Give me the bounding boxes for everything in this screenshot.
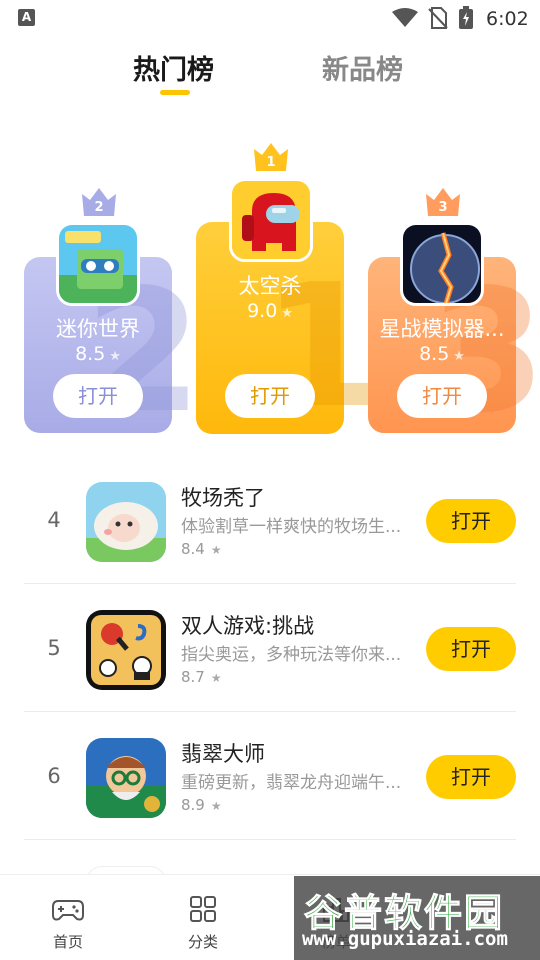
- podium-rating: 8.5 ★: [24, 343, 172, 365]
- app-notification-icon: A: [18, 9, 35, 26]
- score-value: 8.7: [181, 668, 205, 686]
- app-description: 体验割草一样爽快的牧场生...: [181, 517, 402, 537]
- rating-value: 9.0: [247, 300, 278, 322]
- app-score: 8.4 ★: [181, 540, 222, 558]
- among-us-icon[interactable]: [229, 178, 313, 262]
- site-watermark: 谷普软件园 www.gupuxiazai.com: [294, 876, 540, 960]
- rank-number: 5: [47, 636, 61, 660]
- star-icon: ★: [453, 349, 465, 364]
- nav-home[interactable]: 首页: [28, 895, 108, 952]
- jade-master-icon[interactable]: [86, 738, 166, 818]
- app-score: 8.9 ★: [181, 796, 222, 814]
- star-icon: ★: [109, 349, 121, 364]
- crown-silver-icon: 2: [82, 188, 116, 216]
- app-description: 指尖奥运，多种玩法等你来...: [181, 645, 402, 665]
- star-icon: ★: [281, 306, 293, 321]
- open-button[interactable]: 打开: [397, 374, 487, 418]
- list-item[interactable]: 6 翡翠大师 重磅更新，翡翠龙舟迎端午... 8.9 ★ 打开: [0, 712, 540, 840]
- star-icon: ★: [210, 799, 222, 813]
- podium-rating: 8.5 ★: [368, 343, 516, 365]
- mini-world-icon[interactable]: [56, 222, 140, 306]
- ranking-tabs: 热门榜 新品榜: [0, 48, 540, 98]
- nav-category[interactable]: 分类: [163, 895, 243, 952]
- podium-app-name: 迷你世界: [56, 317, 140, 341]
- tab-indicator: [160, 90, 190, 95]
- star-wars-sim-icon[interactable]: [400, 222, 484, 306]
- rating-value: 8.5: [75, 343, 106, 365]
- clock: 6:02: [486, 8, 529, 30]
- star-icon: ★: [210, 671, 222, 685]
- star-icon: ★: [210, 543, 222, 557]
- tab-hot[interactable]: 热门榜: [133, 48, 214, 87]
- wifi-icon: [392, 8, 418, 27]
- app-description: 重磅更新，翡翠龙舟迎端午...: [181, 773, 402, 793]
- app-title: 双人游戏:挑战: [181, 614, 315, 638]
- sheep-icon[interactable]: [86, 482, 166, 562]
- list-item[interactable]: 4 牧场秃了 体验割草一样爽快的牧场生... 8.4 ★ 打开: [0, 456, 540, 584]
- watermark-url: www.gupuxiazai.com: [302, 928, 508, 950]
- open-button[interactable]: 打开: [426, 627, 516, 671]
- podium-app-name: 太空杀: [238, 274, 302, 298]
- two-player-icon[interactable]: [86, 610, 166, 690]
- app-title: 牧场秃了: [181, 486, 265, 510]
- open-button[interactable]: 打开: [426, 755, 516, 799]
- nav-label: 首页: [52, 933, 83, 951]
- svg-text:1: 1: [266, 155, 275, 170]
- podium-rating: 9.0 ★: [196, 300, 344, 322]
- grid-icon: [190, 896, 216, 922]
- gamepad-icon: [52, 900, 84, 921]
- status-bar: A 6:02: [0, 0, 540, 36]
- no-sim-icon: [428, 7, 448, 29]
- podium-app-name: 星战模拟器...: [379, 317, 505, 341]
- svg-text:3: 3: [438, 200, 447, 215]
- app-score: 8.7 ★: [181, 668, 222, 686]
- nav-label: 分类: [187, 933, 218, 951]
- app-title: 翡翠大师: [181, 742, 265, 766]
- tab-new[interactable]: 新品榜: [322, 48, 403, 87]
- open-button[interactable]: 打开: [426, 499, 516, 543]
- svg-text:2: 2: [94, 200, 103, 215]
- rating-value: 8.5: [419, 343, 450, 365]
- score-value: 8.4: [181, 540, 205, 558]
- rank-number: 4: [47, 508, 61, 532]
- rank-number: 6: [47, 764, 61, 788]
- battery-charging-icon: [459, 6, 473, 29]
- open-button[interactable]: 打开: [225, 374, 315, 418]
- score-value: 8.9: [181, 796, 205, 814]
- open-button[interactable]: 打开: [53, 374, 143, 418]
- crown-bronze-icon: 3: [426, 188, 460, 216]
- list-item[interactable]: 5 双人游戏:挑战 指尖奥运，多种玩法等你来... 8.7 ★ 打开: [0, 584, 540, 712]
- crown-gold-icon: 1: [254, 143, 288, 171]
